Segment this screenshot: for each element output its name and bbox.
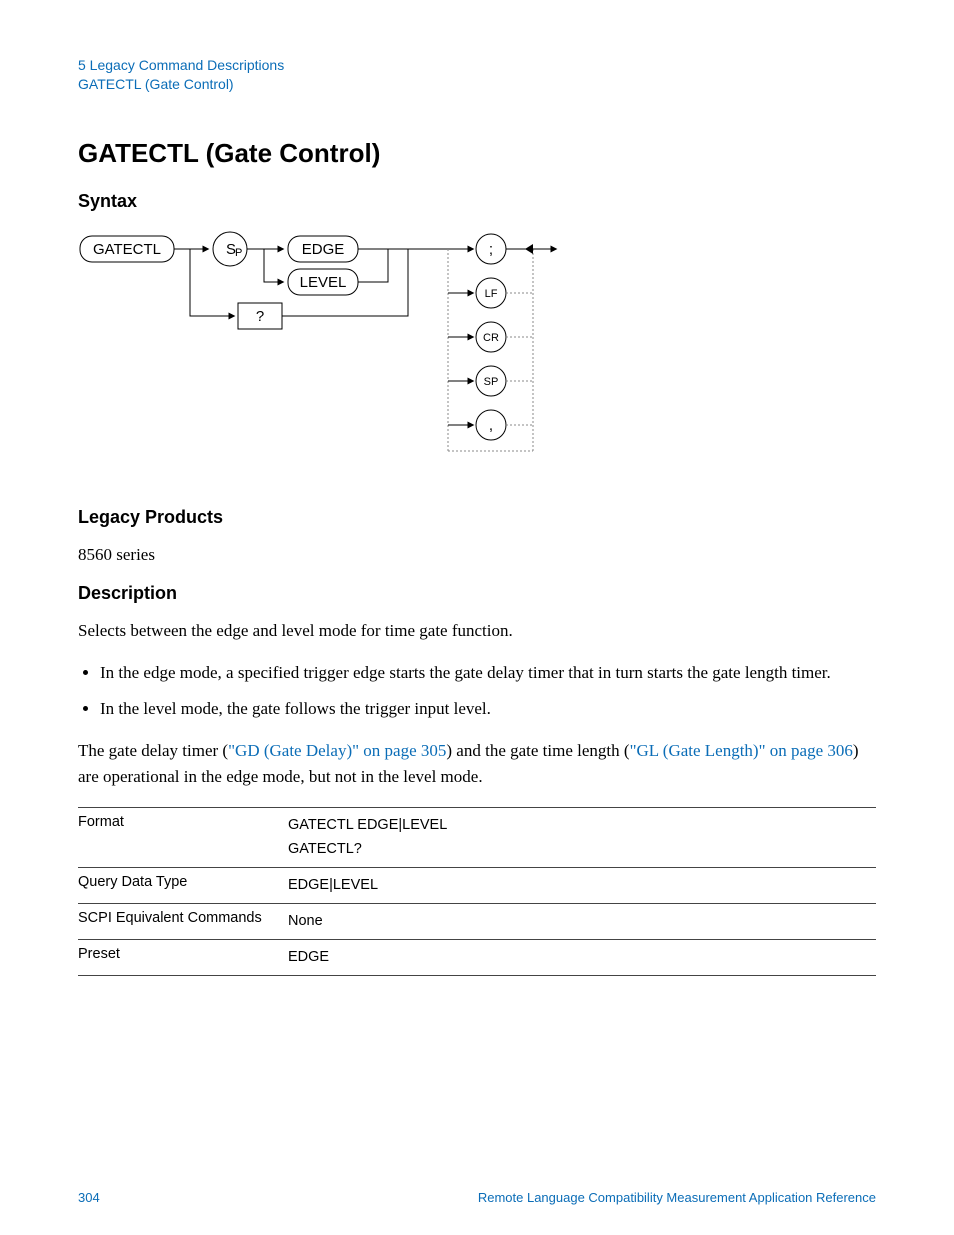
syntax-diagram: GATECTL S P EDGE LEVEL ? [78, 226, 876, 479]
legacy-products-text: 8560 series [78, 542, 876, 568]
spec-value: GATECTL EDGE|LEVEL GATECTL? [288, 808, 876, 867]
description-paragraph: The gate delay timer ("GD (Gate Delay)" … [78, 738, 876, 789]
diagram-sp-sub: P [235, 247, 242, 259]
page-title: GATECTL (Gate Control) [78, 138, 876, 169]
section-legacy-products: Legacy Products [78, 507, 876, 528]
section-description: Description [78, 583, 876, 604]
breadcrumb-chapter: 5 Legacy Command Descriptions [78, 57, 284, 73]
section-syntax: Syntax [78, 191, 876, 212]
diagram-cmd: GATECTL [93, 241, 161, 258]
table-row: SCPI Equivalent Commands None [78, 904, 876, 940]
spec-label: SCPI Equivalent Commands [78, 904, 288, 940]
doc-title: Remote Language Compatibility Measuremen… [478, 1190, 876, 1205]
spec-value: None [288, 904, 876, 940]
para-text: The gate delay timer ( [78, 741, 228, 760]
diagram-edge: EDGE [302, 241, 345, 258]
spec-table: Format GATECTL EDGE|LEVEL GATECTL? Query… [78, 807, 876, 976]
spec-label: Preset [78, 940, 288, 976]
table-row: Query Data Type EDGE|LEVEL [78, 867, 876, 903]
table-row: Format GATECTL EDGE|LEVEL GATECTL? [78, 808, 876, 867]
diagram-semi: ; [489, 241, 493, 258]
table-row: Preset EDGE [78, 940, 876, 976]
diagram-sp-term: SP [484, 376, 499, 388]
list-item: In the level mode, the gate follows the … [100, 696, 876, 722]
diagram-lf: LF [485, 288, 498, 300]
diagram-comma: , [489, 417, 493, 434]
spec-value: EDGE [288, 940, 876, 976]
page-number: 304 [78, 1190, 100, 1205]
breadcrumb: 5 Legacy Command Descriptions GATECTL (G… [78, 56, 876, 94]
page-footer: 304 Remote Language Compatibility Measur… [78, 1190, 876, 1205]
description-intro: Selects between the edge and level mode … [78, 618, 876, 644]
list-item: In the edge mode, a specified trigger ed… [100, 660, 876, 686]
breadcrumb-topic: GATECTL (Gate Control) [78, 76, 234, 92]
spec-label: Format [78, 808, 288, 867]
diagram-level: LEVEL [300, 274, 347, 291]
spec-value: EDGE|LEVEL [288, 867, 876, 903]
para-text: ) and the gate time length ( [446, 741, 629, 760]
diagram-q: ? [256, 308, 264, 325]
spec-label: Query Data Type [78, 867, 288, 903]
link-gd[interactable]: "GD (Gate Delay)" on page 305 [228, 741, 446, 760]
link-gl[interactable]: "GL (Gate Length)" on page 306 [630, 741, 853, 760]
diagram-cr: CR [483, 332, 499, 344]
description-bullets: In the edge mode, a specified trigger ed… [78, 660, 876, 723]
